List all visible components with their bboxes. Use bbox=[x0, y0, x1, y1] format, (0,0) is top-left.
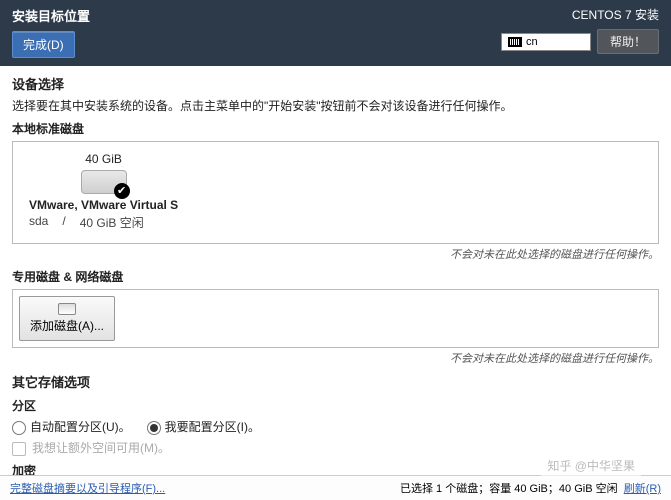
other-storage-title: 其它存储选项 bbox=[12, 372, 659, 391]
local-hint: 不会对未在此处选择的磁盘进行任何操作。 bbox=[12, 246, 659, 262]
partition-label: 分区 bbox=[12, 397, 659, 414]
disk-summary-link[interactable]: 完整磁盘摘要以及引导程序(F)... bbox=[10, 480, 165, 496]
add-disk-icon bbox=[58, 303, 76, 315]
radio-icon-selected bbox=[147, 421, 161, 435]
radio-icon bbox=[12, 421, 26, 435]
refresh-link[interactable]: 刷新(R) bbox=[624, 483, 661, 495]
disk-free: 40 GiB 空闲 bbox=[80, 214, 144, 231]
checkbox-icon bbox=[12, 442, 26, 456]
watermark: 知乎 @中华坚果 bbox=[541, 455, 641, 476]
help-button[interactable]: 帮助！ bbox=[597, 29, 659, 54]
disk-name: VMware, VMware Virtual S bbox=[29, 198, 178, 212]
keyboard-layout: cn bbox=[526, 36, 538, 48]
device-select-title: 设备选择 bbox=[12, 74, 659, 93]
local-disks-label: 本地标准磁盘 bbox=[12, 120, 659, 137]
add-disk-button[interactable]: 添加磁盘(A)... bbox=[19, 296, 115, 341]
page-title: 安装目标位置 bbox=[12, 6, 90, 25]
special-hint: 不会对未在此处选择的磁盘进行任何操作。 bbox=[12, 350, 659, 366]
bottom-bar: 完整磁盘摘要以及引导程序(F)... 已选择 1 个磁盘；容量 40 GiB；4… bbox=[0, 475, 671, 500]
add-disk-label: 添加磁盘(A)... bbox=[30, 317, 104, 334]
radio-auto-partition[interactable]: 自动配置分区(U)。 bbox=[12, 418, 131, 435]
disk-item[interactable]: 40 GiB ✔ VMware, VMware Virtual S sda / … bbox=[23, 150, 184, 233]
special-disks-label: 专用磁盘 & 网络磁盘 bbox=[12, 268, 659, 285]
disk-id: sda bbox=[29, 214, 48, 231]
special-disks-frame: 添加磁盘(A)... bbox=[12, 289, 659, 348]
hard-disk-icon: ✔ bbox=[81, 170, 127, 194]
checkbox-extra-space: 我想让额外空间可用(M)。 bbox=[12, 439, 170, 456]
title-bar: 安装目标位置 完成(D) CENTOS 7 安装 cn 帮助！ bbox=[0, 0, 671, 66]
installer-label: CENTOS 7 安装 bbox=[572, 6, 659, 23]
done-button[interactable]: 完成(D) bbox=[12, 31, 75, 58]
device-select-desc: 选择要在其中安装系统的设备。点击主菜单中的"开始安装"按钮前不会对该设备进行任何… bbox=[12, 97, 659, 114]
keyboard-icon bbox=[508, 37, 522, 47]
radio-manual-partition[interactable]: 我要配置分区(I)。 bbox=[147, 418, 260, 435]
disk-sep: / bbox=[62, 214, 65, 231]
disk-size: 40 GiB bbox=[29, 152, 178, 166]
local-disks-frame: 40 GiB ✔ VMware, VMware Virtual S sda / … bbox=[12, 141, 659, 244]
selection-status: 已选择 1 个磁盘；容量 40 GiB；40 GiB 空闲 bbox=[400, 483, 618, 495]
keyboard-selector[interactable]: cn bbox=[501, 33, 591, 51]
check-icon: ✔ bbox=[114, 183, 130, 199]
